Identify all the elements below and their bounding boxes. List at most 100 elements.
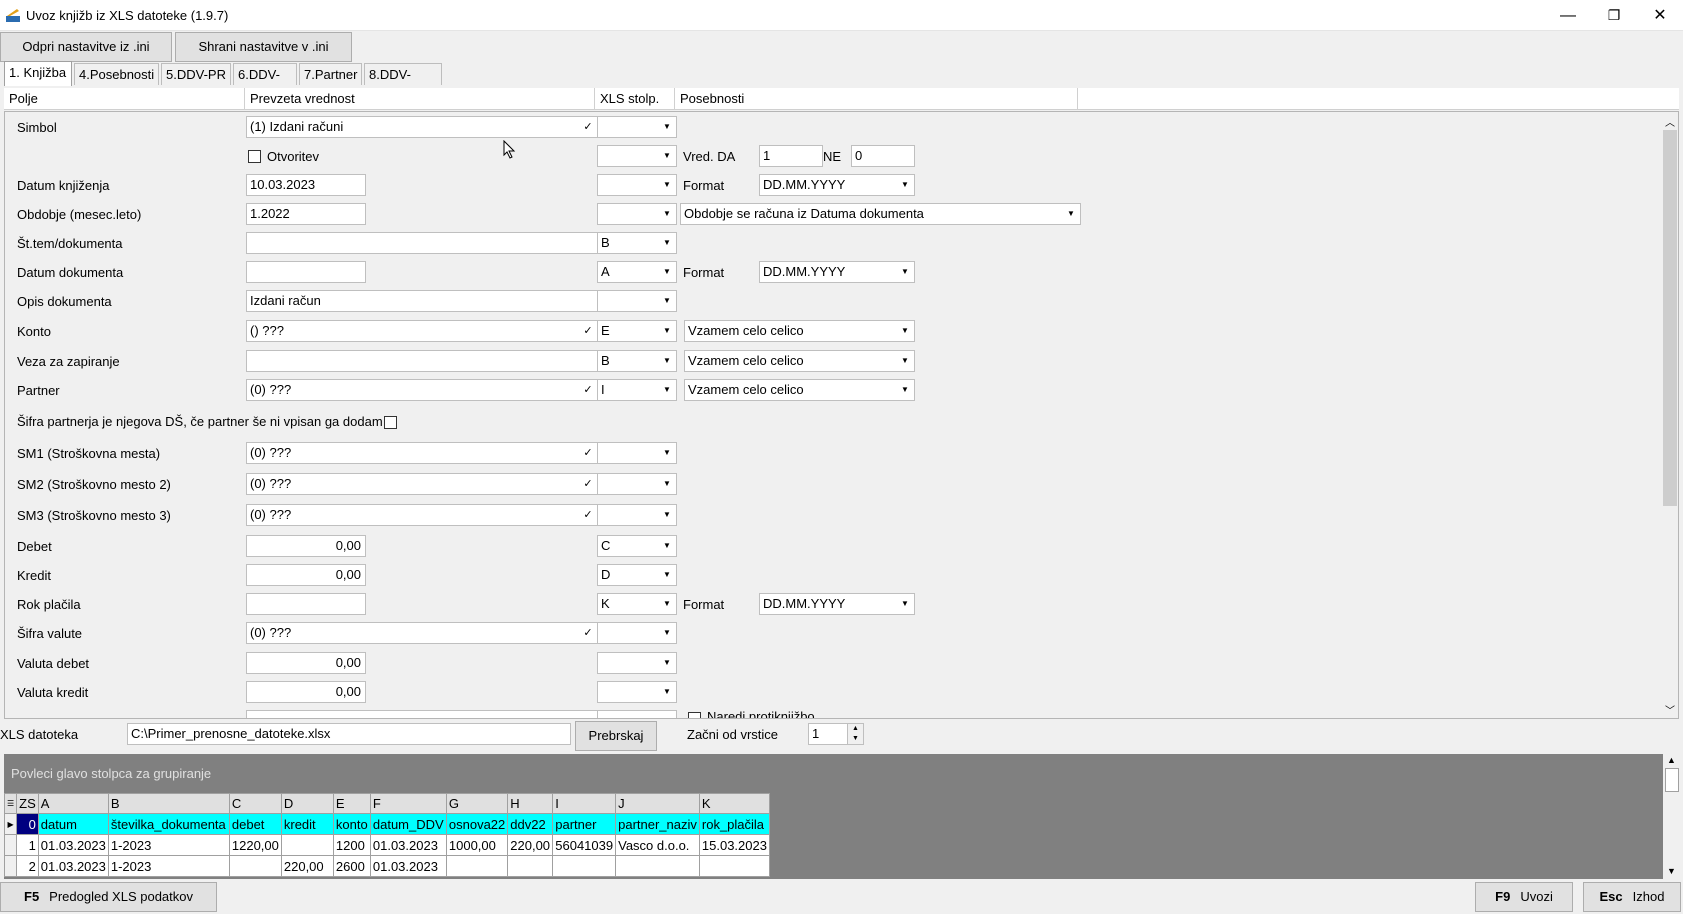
obdobje-xls-select[interactable]: ▼ bbox=[597, 203, 677, 225]
main-scrollbar[interactable]: ︿ ﹀ bbox=[1661, 112, 1678, 718]
tab-partner[interactable]: 7.Partner bbox=[299, 63, 362, 85]
grid-cell[interactable]: 01.03.2023 bbox=[37, 834, 109, 856]
sifra-valute-field[interactable]: (0) ??? ✓ bbox=[246, 622, 598, 644]
datum-knjizenja-input[interactable]: 10.03.2023 bbox=[246, 174, 366, 196]
grid-cell[interactable]: 1220,00 bbox=[228, 834, 282, 856]
table-row[interactable]: ▶ 0 datum številka_dokumenta debet kredi… bbox=[3, 813, 770, 835]
debet-input[interactable]: 0,00 bbox=[246, 535, 366, 557]
exit-button[interactable]: Esc Izhod bbox=[1583, 882, 1681, 912]
sm3-field[interactable]: (0) ??? ✓ bbox=[246, 504, 598, 526]
sm2-field[interactable]: (0) ??? ✓ bbox=[246, 473, 598, 495]
lookup-icon[interactable]: ✓ bbox=[581, 476, 595, 492]
grid-cell[interactable] bbox=[445, 855, 509, 877]
grid-corner-icon[interactable]: ☰ bbox=[3, 793, 18, 814]
grid-cell[interactable]: številka_dokumenta bbox=[107, 813, 230, 835]
grid-cell[interactable]: 0 bbox=[16, 813, 39, 835]
spinner-icon[interactable]: ▲ ▼ bbox=[847, 724, 863, 744]
otvoritev-xls-select[interactable]: ▼ bbox=[597, 145, 677, 167]
tab-ddv-vem[interactable]: 8.DDV-VEM bbox=[364, 63, 442, 103]
scroll-down-icon[interactable]: ﹀ bbox=[1665, 702, 1675, 717]
veza-xls-select[interactable]: B ▼ bbox=[597, 350, 677, 372]
grid-cell[interactable]: partner_naziv bbox=[615, 813, 700, 835]
grid-header-cell[interactable]: F bbox=[369, 793, 447, 814]
datum-knjizenja-format-select[interactable]: DD.MM.YYYY ▼ bbox=[759, 174, 915, 196]
grid-cell[interactable] bbox=[615, 855, 700, 877]
grid-cell[interactable]: ddv22 bbox=[507, 813, 554, 835]
open-settings-button[interactable]: Odpri nastavitve iz .ini bbox=[0, 32, 172, 62]
protiknjizba-checkbox[interactable] bbox=[688, 712, 701, 718]
grid-cell[interactable]: rok_plačila bbox=[698, 813, 770, 835]
import-button[interactable]: F9 Uvozi bbox=[1475, 882, 1573, 912]
grid-header-cell[interactable]: E bbox=[332, 793, 371, 814]
grid-cell[interactable]: debet bbox=[228, 813, 282, 835]
tab-ddv-ir[interactable]: 6.DDV-IR bbox=[233, 63, 297, 103]
grid-cell[interactable]: datum_DDV bbox=[369, 813, 447, 835]
sifra-partnerja-checkbox[interactable] bbox=[384, 416, 397, 429]
grid-cell[interactable]: 01.03.2023 bbox=[369, 834, 447, 856]
grid-cell[interactable] bbox=[698, 855, 770, 877]
partner-xls-select[interactable]: I ▼ bbox=[597, 379, 677, 401]
header-prevzeta-vrednost[interactable]: Prevzeta vrednost bbox=[245, 88, 595, 110]
scrollbar-thumb[interactable] bbox=[1665, 768, 1679, 792]
grid-header-cell[interactable]: G bbox=[445, 793, 509, 814]
grid-cell[interactable]: 2600 bbox=[332, 855, 371, 877]
st-dokumenta-xls-select[interactable]: B ▼ bbox=[597, 232, 677, 254]
grid-cell[interactable]: kredit bbox=[280, 813, 334, 835]
tab-ddv-pr[interactable]: 5.DDV-PR bbox=[161, 63, 231, 85]
grid-cell[interactable]: 220,00 bbox=[280, 855, 334, 877]
table-row[interactable]: 2 01.03.2023 1-2023 220,00 2600 01.03.20… bbox=[3, 855, 770, 877]
grid-header-cell[interactable]: K bbox=[698, 793, 770, 814]
grid-cell[interactable]: 15.03.2023 bbox=[698, 834, 770, 856]
grid-cell[interactable] bbox=[228, 855, 282, 877]
grid-cell[interactable]: 1000,00 bbox=[445, 834, 509, 856]
lookup-icon[interactable]: ✓ bbox=[581, 119, 595, 135]
kredit-xls-select[interactable]: D ▼ bbox=[597, 564, 677, 586]
sifra-valute-xls-select[interactable]: ▼ bbox=[597, 622, 677, 644]
rok-placila-format-select[interactable]: DD.MM.YYYY ▼ bbox=[759, 593, 915, 615]
browse-button[interactable]: Prebrskaj bbox=[575, 721, 657, 751]
lookup-icon[interactable]: ✓ bbox=[581, 625, 595, 641]
vred-da-input[interactable]: 1 bbox=[759, 145, 823, 167]
rok-placila-xls-select[interactable]: K ▼ bbox=[597, 593, 677, 615]
sm3-xls-select[interactable]: ▼ bbox=[597, 504, 677, 526]
protiknjizba-field[interactable] bbox=[246, 710, 598, 718]
valuta-kredit-input[interactable]: 0,00 bbox=[246, 681, 366, 703]
grid-header-cell[interactable]: C bbox=[228, 793, 282, 814]
grid-header-cell[interactable]: J bbox=[615, 793, 700, 814]
grid-cell[interactable]: 56041039 bbox=[552, 834, 617, 856]
lookup-icon[interactable]: ✓ bbox=[581, 382, 595, 398]
sm1-xls-select[interactable]: ▼ bbox=[597, 442, 677, 464]
grid-scrollbar[interactable]: ▲ ▼ bbox=[1663, 754, 1681, 880]
scroll-up-icon[interactable]: ▲ bbox=[1667, 755, 1676, 765]
grid-cell[interactable]: 01.03.2023 bbox=[37, 855, 109, 877]
grid-cell[interactable]: 220,00 bbox=[507, 834, 554, 856]
preview-xls-button[interactable]: F5 Predogled XLS podatkov bbox=[0, 882, 217, 912]
valuta-debet-xls-select[interactable]: ▼ bbox=[597, 652, 677, 674]
grid-cell[interactable] bbox=[280, 834, 334, 856]
grid-header-cell[interactable]: B bbox=[107, 793, 230, 814]
datum-dokumenta-input[interactable] bbox=[246, 261, 366, 283]
grid-cell[interactable]: 1200 bbox=[332, 834, 371, 856]
valuta-kredit-xls-select[interactable]: ▼ bbox=[597, 681, 677, 703]
valuta-debet-input[interactable]: 0,00 bbox=[246, 652, 366, 674]
grid-cell[interactable]: konto bbox=[332, 813, 371, 835]
header-polje[interactable]: Polje bbox=[4, 88, 245, 110]
obdobje-option-select[interactable]: Obdobje se računa iz Datuma dokumenta ▼ bbox=[680, 203, 1081, 225]
tab-posebnosti[interactable]: 4.Posebnosti bbox=[74, 63, 159, 85]
partner-option-select[interactable]: Vzamem celo celico ▼ bbox=[684, 379, 915, 401]
scrollbar-thumb[interactable] bbox=[1663, 130, 1677, 506]
minimize-button[interactable]: — bbox=[1545, 0, 1591, 31]
xls-file-path-input[interactable]: C:\Primer_prenosne_datoteke.xlsx bbox=[127, 723, 571, 745]
grid-cell[interactable]: partner bbox=[552, 813, 617, 835]
grid-header-cell[interactable]: A bbox=[37, 793, 109, 814]
partner-field[interactable]: (0) ??? ✓ bbox=[246, 379, 598, 401]
grid-header-cell[interactable]: D bbox=[280, 793, 334, 814]
rok-placila-input[interactable] bbox=[246, 593, 366, 615]
header-xls-stolp[interactable]: XLS stolp. bbox=[595, 88, 675, 110]
obdobje-input[interactable]: 1.2022 bbox=[246, 203, 366, 225]
header-posebnosti[interactable]: Posebnosti bbox=[675, 88, 1078, 110]
sm2-xls-select[interactable]: ▼ bbox=[597, 473, 677, 495]
lookup-icon[interactable]: ✓ bbox=[581, 323, 595, 339]
grid-cell[interactable]: Vasco d.o.o. bbox=[615, 834, 700, 856]
ne-input[interactable]: 0 bbox=[851, 145, 915, 167]
